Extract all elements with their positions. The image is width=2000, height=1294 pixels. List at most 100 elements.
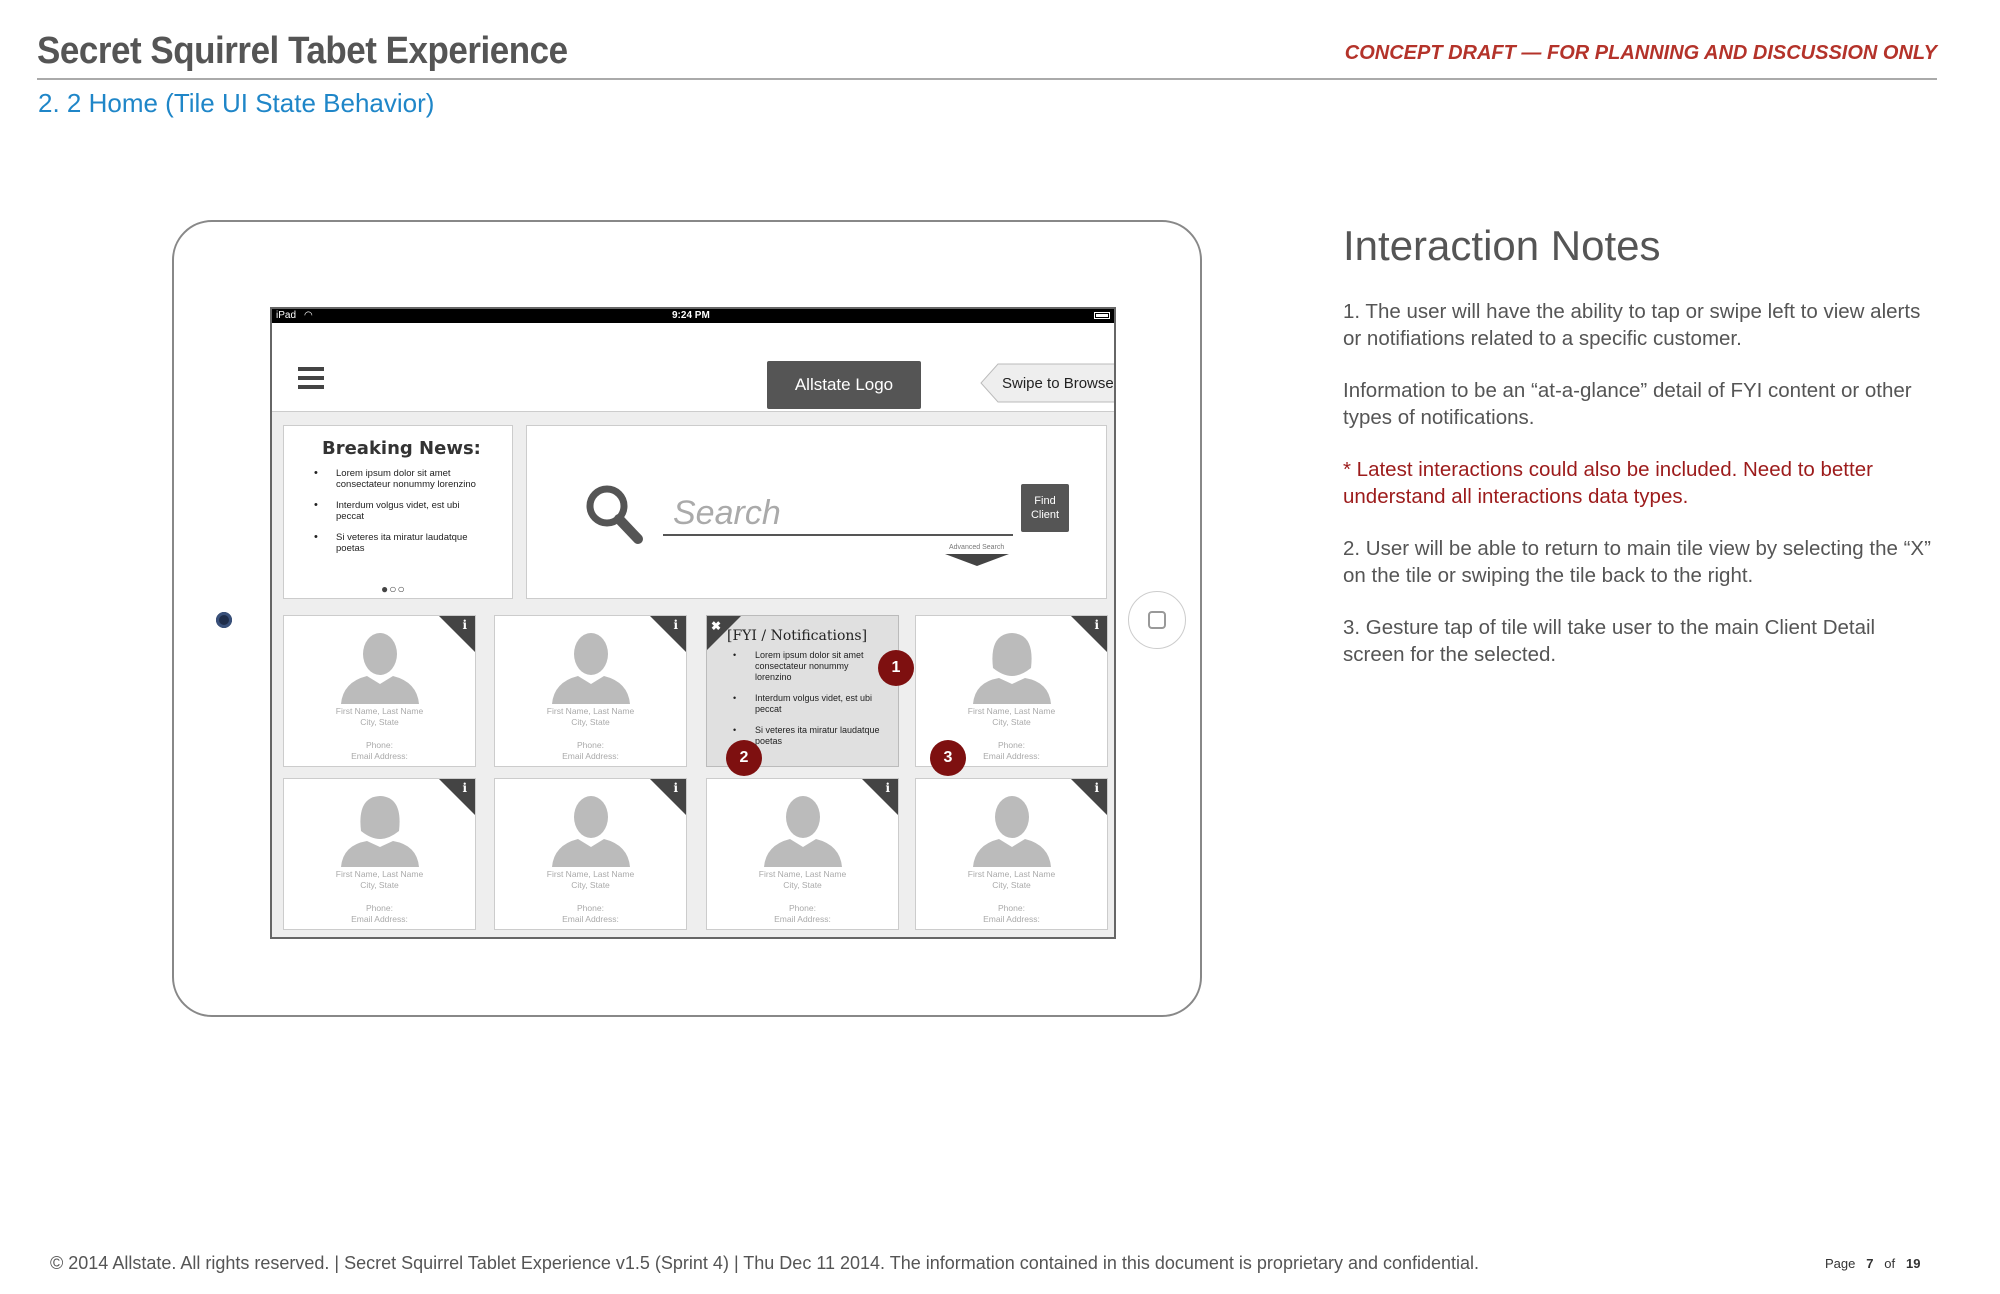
client-name: First Name, Last Name bbox=[335, 869, 424, 879]
status-carrier: iPad bbox=[276, 310, 297, 321]
camera-icon bbox=[216, 612, 232, 628]
note-1b: Information to be an “at-a-glance” detai… bbox=[1343, 379, 1912, 429]
callout-marker-1: 1 bbox=[878, 650, 914, 686]
note-2: 2. User will be able to return to main t… bbox=[1343, 537, 1931, 587]
client-location: City, State bbox=[783, 880, 822, 890]
client-name: First Name, Last Name bbox=[546, 706, 635, 716]
client-location: City, State bbox=[571, 880, 610, 890]
client-phone: Phone: bbox=[577, 903, 604, 913]
search-icon[interactable] bbox=[583, 482, 643, 544]
hamburger-menu-icon[interactable] bbox=[298, 367, 324, 389]
client-name: First Name, Last Name bbox=[967, 706, 1056, 716]
info-icon[interactable]: i bbox=[462, 618, 467, 632]
client-phone: Phone: bbox=[366, 740, 393, 750]
search-tile: Find Client Advanced Search bbox=[526, 425, 1107, 599]
breaking-news-tile[interactable]: Breaking News: Lorem ipsum dolor sit ame… bbox=[283, 425, 513, 599]
client-tile[interactable]: i First Name, Last Name City, State Phon… bbox=[494, 778, 687, 930]
news-item: Si veteres ita miratur laudatque poetas bbox=[314, 532, 489, 554]
tablet-screen: iPad ◠ 9:24 PM Allstate Logo Swipe to Br… bbox=[270, 307, 1116, 939]
fyi-title: [FYI / Notifications] bbox=[727, 628, 868, 644]
client-location: City, State bbox=[992, 717, 1031, 727]
notes-title: Interaction Notes bbox=[1343, 222, 1661, 269]
info-icon[interactable]: i bbox=[462, 781, 467, 795]
chevron-down-icon[interactable] bbox=[945, 554, 1009, 566]
male-avatar-icon bbox=[551, 633, 630, 704]
note-1c: * Latest interactions could also be incl… bbox=[1343, 458, 1873, 508]
info-corner[interactable] bbox=[1071, 779, 1107, 815]
swipe-label: Swipe to Browse bbox=[1002, 375, 1114, 392]
info-corner[interactable] bbox=[439, 779, 475, 815]
info-corner[interactable] bbox=[1071, 616, 1107, 652]
document-title: Secret Squirrel Tabet Experience bbox=[37, 30, 568, 72]
info-icon[interactable]: i bbox=[1094, 781, 1099, 795]
client-tile[interactable]: i First Name, Last Name City, State Phon… bbox=[283, 778, 476, 930]
client-tile[interactable]: i First Name, Last Name City, State Phon… bbox=[915, 778, 1108, 930]
client-location: City, State bbox=[360, 880, 399, 890]
info-icon[interactable]: i bbox=[673, 618, 678, 632]
client-email: Email Address: bbox=[774, 914, 831, 924]
allstate-logo[interactable]: Allstate Logo bbox=[767, 361, 921, 409]
note-1: 1. The user will have the ability to tap… bbox=[1343, 300, 1921, 350]
header-divider bbox=[37, 78, 1937, 80]
app-bar: Allstate Logo Swipe to Browse bbox=[272, 323, 1114, 412]
client-tile[interactable]: i First Name, Last Name City, State Phon… bbox=[706, 778, 899, 930]
info-corner[interactable] bbox=[862, 779, 898, 815]
callout-marker-2: 2 bbox=[726, 740, 762, 776]
info-corner[interactable] bbox=[650, 616, 686, 652]
news-item: Interdum volgus videt, est ubi peccat bbox=[314, 500, 489, 522]
client-email: Email Address: bbox=[351, 751, 408, 761]
client-name: First Name, Last Name bbox=[335, 706, 424, 716]
page-number: 7 bbox=[1866, 1256, 1874, 1271]
female-avatar-icon bbox=[340, 796, 419, 867]
fyi-item: Lorem ipsum dolor sit amet consectateur … bbox=[733, 650, 883, 683]
client-email: Email Address: bbox=[562, 751, 619, 761]
male-avatar-icon bbox=[763, 796, 842, 867]
client-location: City, State bbox=[571, 717, 610, 727]
info-icon[interactable]: i bbox=[673, 781, 678, 795]
swipe-to-browse-button[interactable]: Swipe to Browse bbox=[980, 363, 1114, 403]
info-corner[interactable] bbox=[650, 779, 686, 815]
note-3: 3. Gesture tap of tile will take user to… bbox=[1343, 616, 1876, 666]
find-client-button[interactable]: Find Client bbox=[1021, 484, 1069, 532]
page-indicator[interactable]: ●○○ bbox=[381, 582, 406, 596]
page-counter: Page 7 of 19 bbox=[1825, 1256, 1920, 1271]
client-location: City, State bbox=[992, 880, 1031, 890]
client-email: Email Address: bbox=[562, 914, 619, 924]
section-subtitle: 2. 2 Home (Tile UI State Behavior) bbox=[38, 88, 435, 118]
info-icon[interactable]: i bbox=[885, 781, 890, 795]
status-bar: iPad ◠ 9:24 PM bbox=[272, 309, 1114, 323]
news-list: Lorem ipsum dolor sit amet consectateur … bbox=[314, 468, 489, 564]
advanced-search-label[interactable]: Advanced Search bbox=[949, 544, 1004, 551]
news-title: Breaking News: bbox=[322, 438, 481, 459]
fyi-list: Lorem ipsum dolor sit amet consectateur … bbox=[733, 650, 883, 757]
callout-marker-3: 3 bbox=[930, 740, 966, 776]
page-total: 19 bbox=[1905, 1256, 1921, 1271]
close-icon[interactable]: ✖ bbox=[711, 619, 721, 633]
page-label: Page bbox=[1825, 1256, 1856, 1271]
info-icon[interactable]: i bbox=[1094, 618, 1099, 632]
client-phone: Phone: bbox=[366, 903, 393, 913]
female-avatar-icon bbox=[972, 633, 1051, 704]
male-avatar-icon bbox=[551, 796, 630, 867]
draft-notice: CONCEPT DRAFT — FOR PLANNING AND DISCUSS… bbox=[1344, 42, 1937, 64]
male-avatar-icon bbox=[972, 796, 1051, 867]
client-name: First Name, Last Name bbox=[546, 869, 635, 879]
client-phone: Phone: bbox=[998, 903, 1025, 913]
battery-icon bbox=[1094, 312, 1110, 319]
info-corner[interactable] bbox=[439, 616, 475, 652]
fyi-item: Interdum volgus videt, est ubi peccat bbox=[733, 693, 883, 715]
news-item: Lorem ipsum dolor sit amet consectateur … bbox=[314, 468, 489, 490]
client-name: First Name, Last Name bbox=[758, 869, 847, 879]
of-label: of bbox=[1884, 1256, 1896, 1271]
search-input[interactable] bbox=[663, 492, 1013, 536]
client-name: First Name, Last Name bbox=[967, 869, 1056, 879]
client-tile[interactable]: i First Name, Last Name City, State Phon… bbox=[283, 615, 476, 767]
home-square-icon bbox=[1148, 611, 1166, 629]
wifi-icon: ◠ bbox=[304, 310, 313, 321]
status-time: 9:24 PM bbox=[672, 310, 710, 321]
client-phone: Phone: bbox=[577, 740, 604, 750]
footer-copyright: © 2014 Allstate. All rights reserved. | … bbox=[50, 1253, 1480, 1273]
client-tile[interactable]: i First Name, Last Name City, State Phon… bbox=[494, 615, 687, 767]
client-email: Email Address: bbox=[983, 914, 1040, 924]
client-phone: Phone: bbox=[789, 903, 816, 913]
